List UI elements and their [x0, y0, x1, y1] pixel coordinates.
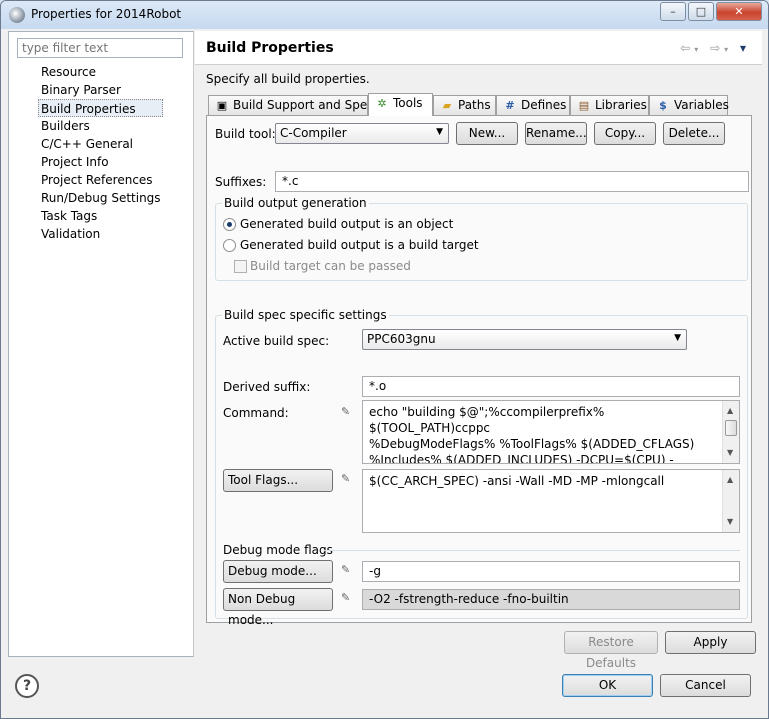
scroll-down-icon[interactable]: ▼: [727, 445, 733, 461]
debug-mode-field[interactable]: -g: [362, 561, 740, 582]
target-passed-checkbox: [234, 260, 247, 273]
page-title: Build Properties: [206, 40, 334, 56]
help-icon[interactable]: ?: [15, 674, 39, 698]
sidebar-item-binary-parser[interactable]: Binary Parser: [39, 81, 163, 99]
view-menu-icon[interactable]: ▾: [740, 41, 750, 55]
tools-tab-panel: Build tool: C-Compiler ▼ New... Rename...…: [206, 115, 752, 627]
rename-tool-button[interactable]: Rename...: [525, 122, 587, 145]
page-nav: ⇦▾ ⇨▾ ▾: [680, 41, 750, 55]
new-tool-button[interactable]: New...: [456, 122, 518, 145]
folder-icon: ▰: [442, 99, 452, 112]
sidebar-tree: Resource Binary Parser Build Properties …: [38, 63, 163, 243]
chevron-down-icon: ▼: [674, 333, 681, 343]
pencil-icon: ✎: [341, 563, 351, 576]
tab-defines[interactable]: # Defines: [496, 95, 570, 115]
sidebar: Resource Binary Parser Build Properties …: [8, 31, 194, 657]
output-object-label: Generated build output is an object: [240, 217, 454, 231]
tab-libraries[interactable]: ▤ Libraries: [570, 95, 649, 115]
chevron-down-icon: ▼: [436, 127, 443, 137]
build-spec-title: Build spec specific settings: [222, 308, 389, 322]
copy-tool-button[interactable]: Copy...: [594, 122, 656, 145]
close-button[interactable]: ✕: [716, 2, 762, 21]
page-description: Specify all build properties.: [206, 72, 370, 86]
command-scrollbar[interactable]: ▲ ▼: [722, 401, 739, 463]
eclipse-icon: [9, 7, 25, 23]
sidebar-item-build-properties[interactable]: Build Properties: [38, 99, 163, 117]
command-label: Command:: [223, 406, 289, 420]
build-tool-label: Build tool:: [215, 127, 276, 141]
tab-variables[interactable]: $ Variables: [649, 95, 729, 115]
non-debug-mode-field[interactable]: -O2 -fstrength-reduce -fno-builtin: [362, 589, 740, 610]
command-field[interactable]: echo "building $@";%ccompilerprefix% $(T…: [362, 400, 740, 464]
sidebar-item-run-debug-settings[interactable]: Run/Debug Settings: [39, 189, 163, 207]
tool-flags-scrollbar[interactable]: ▲ ▼: [722, 470, 739, 532]
scroll-up-icon[interactable]: ▲: [727, 403, 733, 419]
tab-build-support[interactable]: ▣ Build Support and Specs: [208, 95, 380, 115]
sidebar-item-validation[interactable]: Validation: [39, 225, 163, 243]
output-object-radio[interactable]: [223, 218, 236, 231]
apply-button[interactable]: Apply: [665, 631, 756, 654]
restore-defaults-button[interactable]: Restore Defaults: [564, 631, 658, 670]
tool-flags-button[interactable]: Tool Flags...: [223, 469, 333, 492]
libraries-icon: ▤: [578, 99, 590, 112]
properties-dialog: Properties for 2014Robot – □ ✕ Resource …: [0, 0, 769, 719]
sidebar-item-task-tags[interactable]: Task Tags: [39, 207, 163, 225]
tool-flags-field[interactable]: $(CC_ARCH_SPEC) -ansi -Wall -MD -MP -mlo…: [362, 469, 740, 533]
sidebar-item-cpp-general[interactable]: C/C++ General: [39, 135, 163, 153]
suffixes-label: Suffixes:: [215, 175, 267, 189]
window-title: Properties for 2014Robot: [31, 7, 182, 21]
back-menu-icon[interactable]: ▾: [694, 45, 702, 54]
sidebar-item-resource[interactable]: Resource: [39, 63, 163, 81]
sidebar-item-builders[interactable]: Builders: [39, 117, 163, 135]
pencil-icon: ✎: [341, 405, 351, 418]
debug-flags-title: Debug mode flags: [223, 543, 333, 557]
forward-menu-icon[interactable]: ▾: [724, 45, 732, 54]
maximize-button[interactable]: □: [688, 2, 714, 21]
active-build-spec-label: Active build spec:: [223, 334, 330, 348]
properties-page: Build Properties ⇦▾ ⇨▾ ▾ Specify all bui…: [195, 31, 762, 670]
delete-tool-button[interactable]: Delete...: [663, 122, 725, 145]
suffixes-field[interactable]: *.c: [275, 171, 749, 192]
non-debug-mode-button[interactable]: Non Debug mode...: [223, 588, 333, 627]
derived-suffix-field[interactable]: *.o: [362, 376, 740, 397]
output-target-radio[interactable]: [223, 239, 236, 252]
back-arrow-icon[interactable]: ⇦: [680, 41, 694, 55]
minimize-button[interactable]: –: [660, 2, 686, 21]
sidebar-item-project-info[interactable]: Project Info: [39, 153, 163, 171]
divider: [323, 550, 740, 551]
title-bar: Properties for 2014Robot – □ ✕: [1, 1, 768, 29]
derived-suffix-label: Derived suffix:: [223, 380, 311, 394]
tools-icon: ✲: [377, 97, 387, 110]
build-tool-select[interactable]: C-Compiler ▼: [275, 123, 449, 144]
build-output-title: Build output generation: [222, 196, 369, 210]
target-passed-label: Build target can be passed: [250, 259, 411, 273]
active-build-spec-select[interactable]: PPC603gnu ▼: [362, 329, 687, 350]
sidebar-item-project-references[interactable]: Project References: [39, 171, 163, 189]
scroll-down-icon[interactable]: ▼: [727, 514, 733, 530]
tab-paths[interactable]: ▰ Paths: [433, 95, 496, 115]
debug-mode-button[interactable]: Debug mode...: [223, 560, 333, 583]
command-line: %Includes% $(ADDED_INCLUDES) -DCPU=$(CPU…: [369, 453, 674, 464]
scroll-thumb[interactable]: [725, 420, 737, 436]
hash-icon: #: [505, 99, 515, 112]
command-line: %DebugModeFlags% %ToolFlags% $(ADDED_CFL…: [369, 437, 695, 451]
output-target-label: Generated build output is a build target: [240, 238, 479, 252]
tab-tools[interactable]: ✲ Tools: [368, 93, 433, 116]
ok-button[interactable]: OK: [562, 674, 653, 697]
pencil-icon: ✎: [341, 472, 351, 485]
build-support-icon: ▣: [216, 99, 228, 112]
cancel-button[interactable]: Cancel: [660, 674, 751, 697]
filter-input[interactable]: [17, 38, 183, 58]
dollar-icon: $: [659, 99, 667, 112]
forward-arrow-icon[interactable]: ⇨: [710, 41, 724, 55]
pencil-icon: ✎: [341, 591, 351, 604]
scroll-up-icon[interactable]: ▲: [727, 472, 733, 488]
page-header: Build Properties ⇦▾ ⇨▾ ▾: [195, 31, 762, 65]
command-line: echo "building $@";%ccompilerprefix% $(T…: [369, 405, 605, 435]
